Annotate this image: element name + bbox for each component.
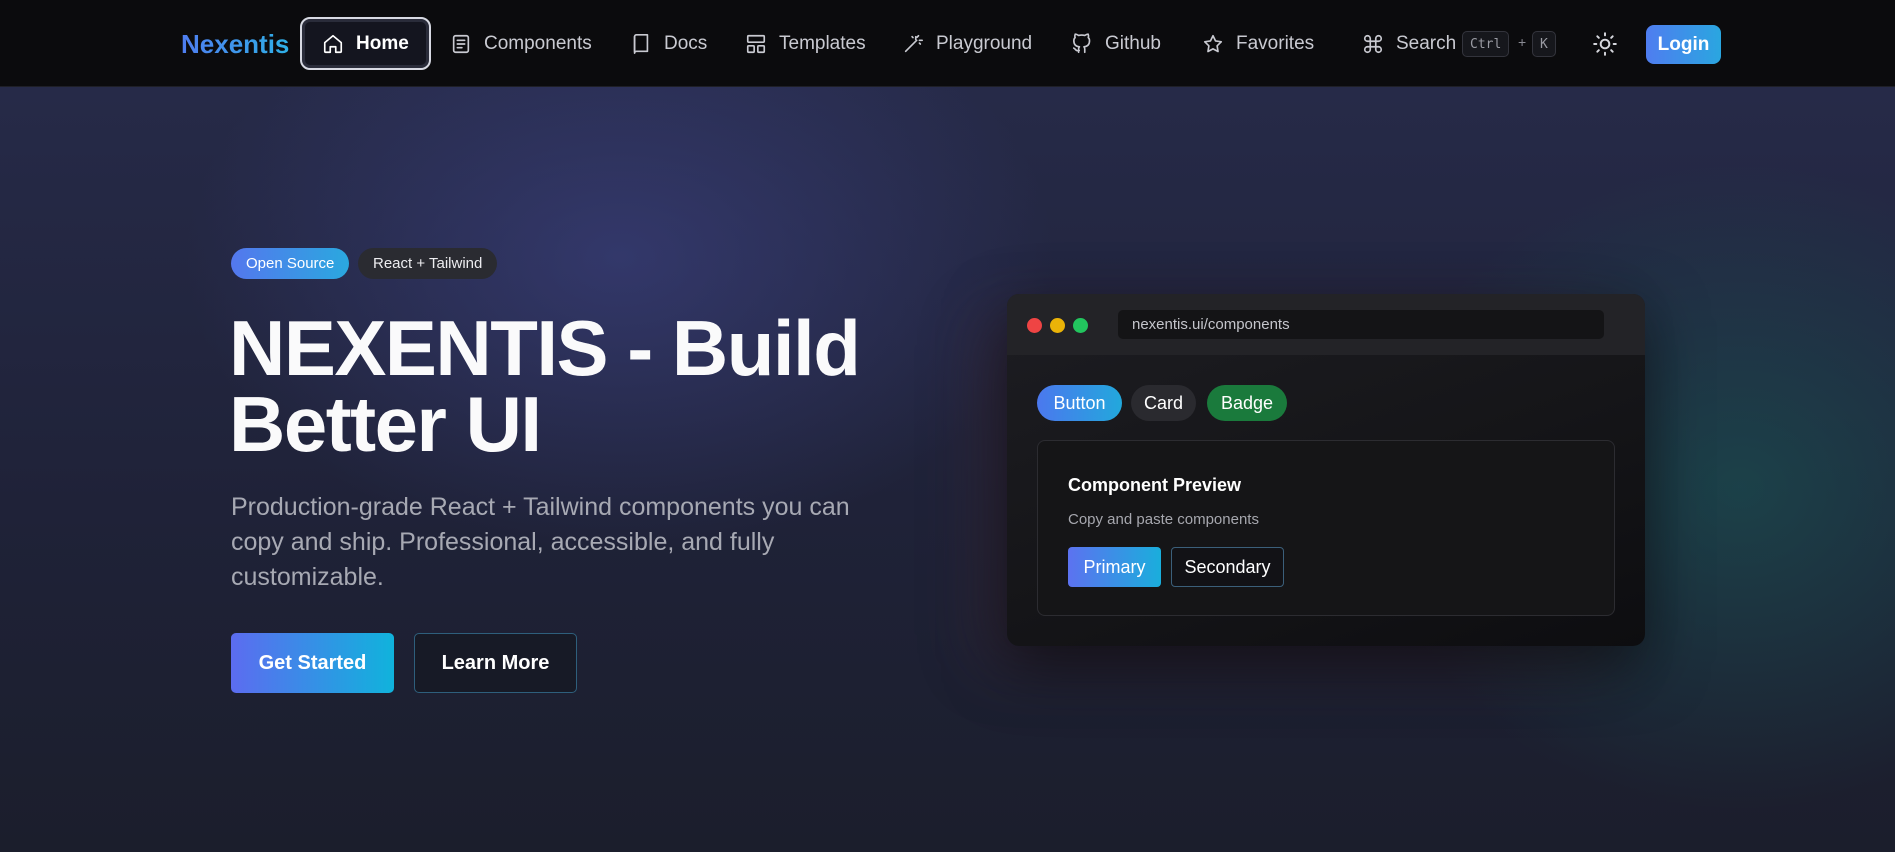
nav-item-label: Templates [779,32,866,54]
badge-react-tailwind: React + Tailwind [358,248,498,279]
nav-item-label: Docs [664,32,708,54]
theme-toggle-button[interactable] [1592,31,1618,57]
maximize-dot-icon [1073,318,1088,333]
book-icon [633,33,649,54]
home-icon [323,34,343,53]
top-navbar: Nexentis Home Components Docs Templates … [0,0,1895,87]
nav-item-label: Home [356,32,409,54]
badge-open-source: Open Source [231,248,350,279]
chip-badge[interactable]: Badge [1207,385,1287,421]
nav-item-label: Github [1105,32,1161,54]
close-dot-icon [1027,318,1042,333]
window-title-bar: nexentis.ui/components [1007,294,1645,355]
magic-wand-icon [904,34,923,52]
brand-logo[interactable]: Nexentis [181,29,289,59]
hero-title-line-2: Better UI [229,380,542,468]
learn-more-button[interactable]: Learn More [414,633,577,693]
github-icon [1072,32,1091,53]
star-icon [1203,34,1223,52]
sun-icon [1593,32,1617,56]
card-primary-button[interactable]: Primary [1068,547,1161,587]
search-label: Search [1396,32,1457,54]
card-secondary-button[interactable]: Secondary [1171,547,1284,587]
nav-item-components[interactable]: Components [430,17,612,70]
nav-item-docs[interactable]: Docs [610,17,727,70]
url-bar: nexentis.ui/components [1118,310,1604,339]
nav-item-playground[interactable]: Playground [882,17,1052,70]
layout-icon [746,34,766,53]
card-title: Component Preview [1068,475,1242,495]
command-icon [1363,34,1383,53]
document-icon [452,34,470,53]
nav-item-templates[interactable]: Templates [725,17,886,70]
search-button[interactable]: Search [1342,17,1476,70]
nav-item-label: Playground [936,32,1033,54]
nav-item-label: Components [484,32,592,54]
kbd-plus: + [1518,34,1527,50]
kbd-k: K [1532,31,1556,57]
kbd-ctrl: Ctrl [1462,31,1510,57]
nav-item-home[interactable]: Home [300,17,431,70]
minimize-dot-icon [1050,318,1065,333]
login-button[interactable]: Login [1646,25,1721,64]
card-description: Copy and paste components [1068,511,1259,528]
chip-button[interactable]: Button [1037,385,1122,421]
component-preview-window: nexentis.ui/components Button Card Badge… [1007,294,1645,646]
nav-item-favorites[interactable]: Favorites [1182,17,1334,70]
chip-card[interactable]: Card [1131,385,1196,421]
hero-title-line-1: NEXENTIS - Build [229,304,861,392]
preview-card: Component Preview Copy and paste compone… [1037,440,1615,616]
nav-item-label: Favorites [1236,32,1315,54]
hero-subtitle: Production-grade React + Tailwind compon… [231,493,850,591]
get-started-button[interactable]: Get Started [231,633,394,693]
nav-item-github[interactable]: Github [1051,17,1181,70]
hero-title: NEXENTIS - Build Better UI [229,309,929,463]
